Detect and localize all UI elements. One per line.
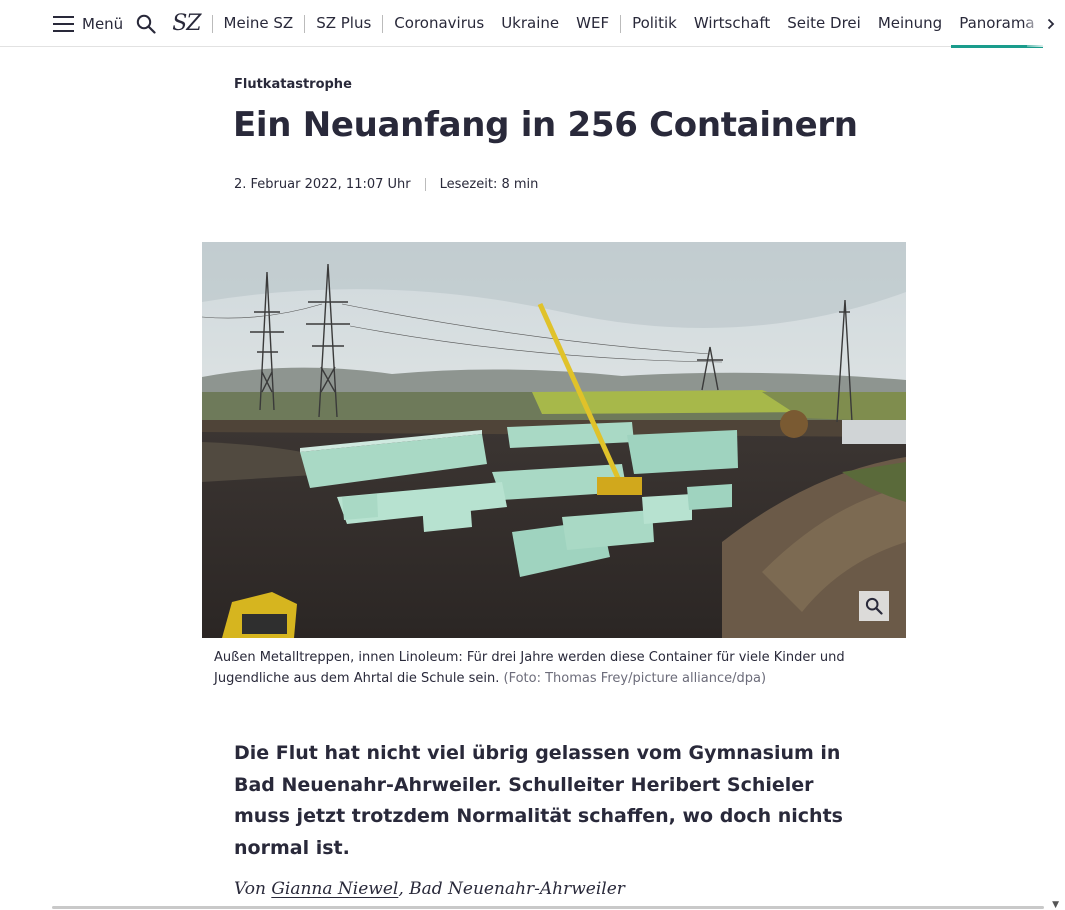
- photo-credit: (Foto: Thomas Frey/picture alliance/dpa): [503, 671, 767, 686]
- author-link[interactable]: Gianna Niewel: [271, 879, 398, 899]
- horizontal-scrollbar[interactable]: [52, 906, 1044, 909]
- search-icon: [136, 14, 156, 34]
- nav-link-coronavirus[interactable]: Coronavirus: [394, 0, 484, 47]
- nav-divider: [304, 14, 306, 33]
- nav-divider: [382, 14, 384, 33]
- menu-button[interactable]: Menü: [53, 0, 123, 47]
- nav-link-sz-plus[interactable]: SZ Plus: [316, 0, 371, 47]
- scroll-down-arrow-icon[interactable]: ▼: [1052, 900, 1059, 910]
- article-meta: 2. Februar 2022, 11:07 Uhr Lesezeit: 8 m…: [234, 177, 538, 192]
- article-kicker: Flutkatastrophe: [234, 77, 352, 92]
- article-title: Ein Neuanfang in 256 Containern: [233, 105, 858, 145]
- search-button[interactable]: [135, 13, 157, 35]
- nav-link-seite-drei[interactable]: Seite Drei: [787, 0, 861, 47]
- magnifier-icon: [865, 597, 883, 615]
- nav-bar: Menü SZ Meine SZ SZ Plus Coronavirus Ukr…: [53, 0, 1065, 48]
- nav-link-ukraine[interactable]: Ukraine: [501, 0, 559, 47]
- byline-prefix: Von: [234, 879, 266, 899]
- hamburger-icon: [53, 15, 74, 32]
- container-school-photo: [202, 242, 906, 638]
- top-navigation: Menü SZ Meine SZ SZ Plus Coronavirus Ukr…: [0, 0, 1065, 48]
- nav-link-politik[interactable]: Politik: [632, 0, 677, 47]
- nav-link-meinung[interactable]: Meinung: [878, 0, 942, 47]
- nav-link-panorama[interactable]: Panorama: [951, 0, 1044, 48]
- nav-scroll-right-button[interactable]: [1027, 0, 1065, 47]
- nav-divider: [620, 14, 622, 33]
- meta-divider: [424, 178, 426, 191]
- zoom-button[interactable]: [859, 591, 889, 621]
- nav-link-wirtschaft[interactable]: Wirtschaft: [694, 0, 770, 47]
- article-byline: Von Gianna Niewel, Bad Neuenahr-Ahrweile…: [234, 879, 625, 899]
- byline-location: , Bad Neuenahr-Ahrweiler: [398, 879, 625, 899]
- nav-link-meine-sz[interactable]: Meine SZ: [224, 0, 294, 47]
- reading-time: Lesezeit: 8 min: [439, 177, 539, 192]
- article-date: 2. Februar 2022, 11:07 Uhr: [234, 177, 411, 192]
- article-photo[interactable]: [202, 242, 906, 638]
- photo-caption: Außen Metalltreppen, innen Linoleum: Für…: [214, 647, 894, 689]
- sz-logo[interactable]: SZ: [172, 11, 201, 36]
- chevron-right-icon: [1047, 18, 1055, 29]
- menu-label: Menü: [82, 14, 124, 33]
- nav-divider: [211, 14, 213, 33]
- nav-link-wef[interactable]: WEF: [576, 0, 609, 47]
- article-lead: Die Flut hat nicht viel übrig gelassen v…: [234, 742, 843, 859]
